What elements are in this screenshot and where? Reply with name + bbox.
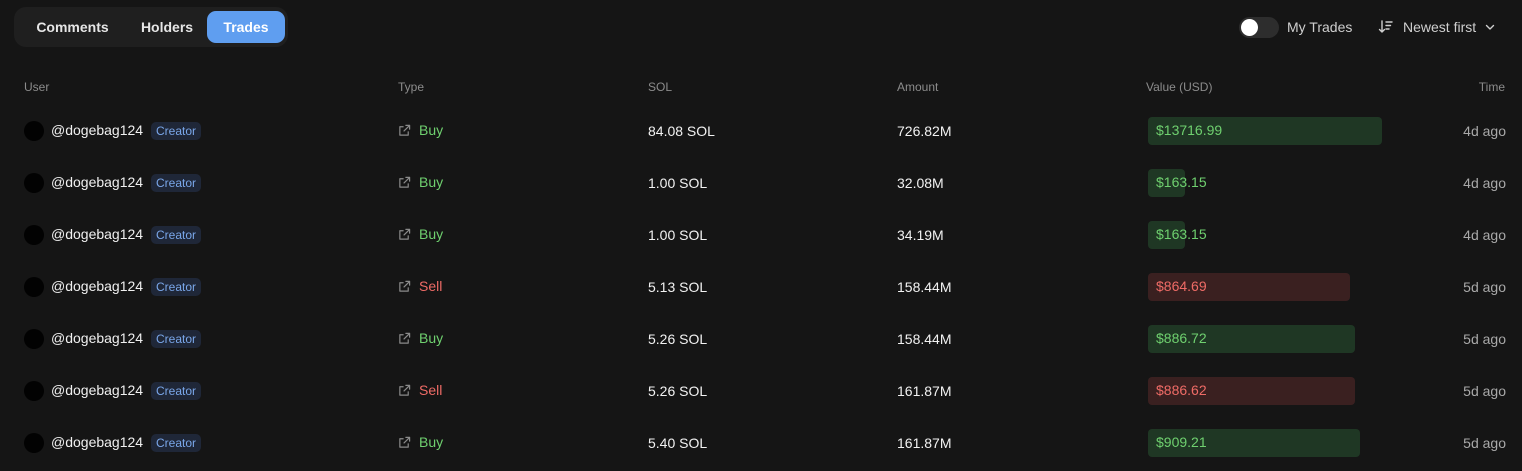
- sort-descending-icon: [1378, 20, 1393, 33]
- value-usd: $864.69: [1156, 278, 1207, 294]
- trade-type-label: Buy: [419, 122, 444, 138]
- table-row[interactable]: @dogebag124 Creator Sell 5.26 SOL 161.87M $88…: [0, 365, 1522, 417]
- sort-dropdown[interactable]: Newest first: [1378, 16, 1496, 38]
- value-usd: $163.15: [1156, 174, 1207, 190]
- avatar[interactable]: [24, 433, 44, 453]
- trade-time: 5d ago: [1463, 383, 1506, 399]
- avatar[interactable]: [24, 121, 44, 141]
- trade-time: 4d ago: [1463, 123, 1506, 139]
- username-link[interactable]: @dogebag124: [51, 278, 143, 294]
- sol-amount: 5.40 SOL: [648, 435, 708, 451]
- trade-time: 5d ago: [1463, 435, 1506, 451]
- token-amount: 34.19M: [897, 227, 944, 243]
- creator-badge: Creator: [151, 278, 202, 296]
- sol-amount: 5.26 SOL: [648, 383, 708, 399]
- external-link-icon[interactable]: [398, 124, 411, 137]
- external-link-icon[interactable]: [398, 332, 411, 345]
- trade-time: 5d ago: [1463, 331, 1506, 347]
- sol-amount: 5.26 SOL: [648, 331, 708, 347]
- external-link-icon[interactable]: [398, 228, 411, 241]
- token-amount: 158.44M: [897, 279, 952, 295]
- value-usd: $163.15: [1156, 226, 1207, 242]
- trade-type[interactable]: Buy: [398, 434, 443, 450]
- username-link[interactable]: @dogebag124: [51, 434, 143, 450]
- column-header-user: User: [24, 80, 50, 94]
- trade-type-label: Buy: [419, 434, 444, 450]
- table-row[interactable]: @dogebag124 Creator Buy 1.00 SOL 32.08M $163.…: [0, 157, 1522, 209]
- column-header-type: Type: [398, 80, 425, 94]
- value-usd: $886.62: [1156, 382, 1207, 398]
- token-amount: 726.82M: [897, 123, 952, 139]
- trade-type-label: Buy: [419, 330, 444, 346]
- my-trades-label: My Trades: [1287, 19, 1353, 35]
- table-header: User Type SOL Amount Value (USD) Time: [0, 77, 1522, 97]
- table-row[interactable]: @dogebag124 Creator Buy 1.00 SOL 34.19M $163.…: [0, 209, 1522, 261]
- trade-type[interactable]: Sell: [398, 278, 442, 294]
- avatar[interactable]: [24, 277, 44, 297]
- token-amount: 158.44M: [897, 331, 952, 347]
- sol-amount: 5.13 SOL: [648, 279, 708, 295]
- sol-amount: 1.00 SOL: [648, 175, 708, 191]
- username-link[interactable]: @dogebag124: [51, 226, 143, 242]
- trades-toolbar: Comments Holders Trades My Trades Newest…: [0, 0, 1522, 54]
- sort-label: Newest first: [1403, 19, 1477, 35]
- avatar[interactable]: [24, 329, 44, 349]
- value-usd: $886.72: [1156, 330, 1207, 346]
- chevron-down-icon: [1485, 24, 1495, 30]
- creator-badge: Creator: [151, 382, 202, 400]
- token-amount: 161.87M: [897, 435, 952, 451]
- token-amount: 161.87M: [897, 383, 952, 399]
- username-link[interactable]: @dogebag124: [51, 174, 143, 190]
- avatar[interactable]: [24, 225, 44, 245]
- trade-type[interactable]: Sell: [398, 382, 442, 398]
- tab-trades[interactable]: Trades: [207, 11, 285, 43]
- creator-badge: Creator: [151, 174, 202, 192]
- column-header-amount: Amount: [897, 80, 939, 94]
- token-amount: 32.08M: [897, 175, 944, 191]
- trade-time: 4d ago: [1463, 227, 1506, 243]
- table-row[interactable]: @dogebag124 Creator Buy 84.08 SOL 726.82M $13…: [0, 105, 1522, 157]
- sol-amount: 1.00 SOL: [648, 227, 708, 243]
- column-header-time: Time: [1478, 80, 1505, 94]
- external-link-icon[interactable]: [398, 384, 411, 397]
- tab-holders[interactable]: Holders: [127, 11, 207, 43]
- my-trades-filter: My Trades: [1239, 16, 1352, 38]
- column-header-value: Value (USD): [1146, 80, 1213, 94]
- trade-time: 5d ago: [1463, 279, 1506, 295]
- creator-badge: Creator: [151, 330, 202, 348]
- creator-badge: Creator: [151, 226, 202, 244]
- trade-type-label: Sell: [419, 382, 443, 398]
- external-link-icon[interactable]: [398, 176, 411, 189]
- trade-type-label: Buy: [419, 174, 444, 190]
- tab-group: Comments Holders Trades: [14, 7, 288, 47]
- username-link[interactable]: @dogebag124: [51, 382, 143, 398]
- username-link[interactable]: @dogebag124: [51, 122, 143, 138]
- tab-comments[interactable]: Comments: [18, 11, 127, 43]
- trade-type[interactable]: Buy: [398, 226, 443, 242]
- trade-type[interactable]: Buy: [398, 122, 443, 138]
- value-usd: $13716.99: [1156, 122, 1223, 138]
- trade-type-label: Buy: [419, 226, 444, 242]
- column-header-sol: SOL: [648, 80, 673, 94]
- creator-badge: Creator: [151, 434, 202, 452]
- sol-amount: 84.08 SOL: [648, 123, 715, 139]
- avatar[interactable]: [24, 173, 44, 193]
- trade-type[interactable]: Buy: [398, 330, 443, 346]
- external-link-icon[interactable]: [398, 436, 411, 449]
- table-row[interactable]: @dogebag124 Creator Buy 5.40 SOL 161.87M $909…: [0, 417, 1522, 469]
- table-row[interactable]: @dogebag124 Creator Sell 5.13 SOL 158.44M $86…: [0, 261, 1522, 313]
- creator-badge: Creator: [151, 122, 202, 140]
- value-usd: $909.21: [1156, 434, 1207, 450]
- table-row[interactable]: @dogebag124 Creator Buy 5.26 SOL 158.44M $886…: [0, 313, 1522, 365]
- trade-type-label: Sell: [419, 278, 443, 294]
- toggle-knob: [1241, 18, 1258, 36]
- trade-type[interactable]: Buy: [398, 174, 443, 190]
- username-link[interactable]: @dogebag124: [51, 330, 143, 346]
- trade-time: 4d ago: [1463, 175, 1506, 191]
- avatar[interactable]: [24, 381, 44, 401]
- external-link-icon[interactable]: [398, 280, 411, 293]
- my-trades-toggle[interactable]: [1239, 16, 1279, 38]
